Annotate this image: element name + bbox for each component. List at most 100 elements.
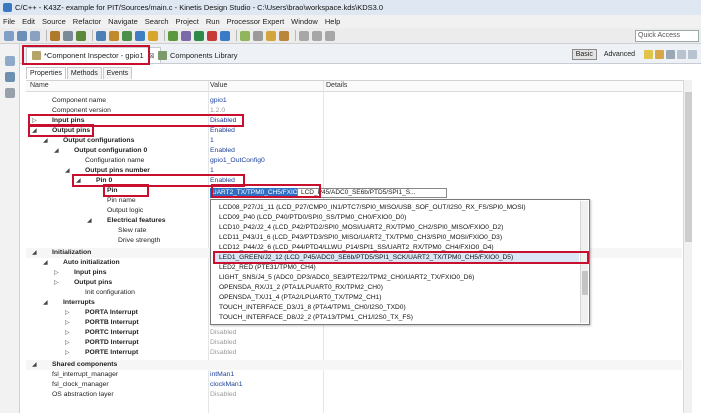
table-row[interactable]: Component name gpio1 (26, 96, 682, 106)
row-name: Slew rate (118, 227, 147, 234)
collapse-arrow-icon[interactable]: ◢ (87, 216, 92, 226)
prev-edit-icon[interactable] (299, 30, 309, 41)
basic-mode-button[interactable]: Basic (571, 48, 597, 60)
save-all-icon[interactable] (30, 30, 40, 41)
collapse-arrow-icon[interactable]: ◢ (43, 298, 48, 308)
collapse-arrow-icon[interactable]: ◢ (43, 258, 48, 268)
folder-view-icon[interactable] (655, 49, 664, 59)
maximize-icon[interactable] (688, 49, 697, 59)
expand-arrow-icon[interactable]: ▷ (54, 268, 59, 278)
collapse-arrow-icon[interactable]: ◢ (54, 146, 59, 156)
row-value[interactable]: Enabled (210, 126, 235, 136)
tab-events[interactable]: Events (102, 67, 133, 79)
properties-scrollbar[interactable] (683, 80, 692, 413)
row-value[interactable]: 1 (210, 136, 214, 146)
table-row[interactable]: OS abstraction layer Disabled (26, 390, 682, 400)
back-icon[interactable] (312, 30, 322, 41)
folder-icon[interactable] (109, 30, 119, 41)
dropdown-scroll-thumb[interactable] (582, 271, 588, 295)
menu-source[interactable]: Source (42, 17, 66, 26)
column-details-header[interactable]: Details (326, 82, 347, 89)
minimize-icon[interactable] (677, 49, 686, 59)
table-row[interactable]: ◢ Shared components (26, 360, 682, 370)
dropdown-option[interactable]: LIGHT_SNS/J4_5 (ADC0_DP3/ADC0_SE3/PTE22/… (219, 273, 474, 283)
dropdown-option[interactable]: TOUCH_INTERFACE_D8/J2_2 (PTA13/TPM1_CH1/… (219, 313, 413, 323)
expand-arrow-icon[interactable]: ▷ (65, 318, 70, 328)
debug-icon[interactable] (122, 30, 132, 41)
menu-project[interactable]: Project (176, 17, 199, 26)
forward-icon[interactable] (325, 30, 335, 41)
table-row[interactable]: ◢ Output configurations 1 (26, 136, 682, 146)
tab-components-library[interactable]: Components Library (153, 47, 243, 63)
column-value-header[interactable]: Value (210, 82, 227, 89)
table-row[interactable]: fsl_interrupt_manager intMan1 (26, 370, 682, 380)
dropdown-option[interactable]: LCD08_P27/J1_11 (LCD_P27/CMP0_IN1/PTC7/S… (219, 203, 526, 213)
view-menu-icon[interactable] (666, 49, 675, 59)
table-row[interactable]: fsl_clock_manager clockMan1 (26, 380, 682, 390)
search-icon[interactable] (240, 30, 250, 41)
column-name-header[interactable]: Name (30, 82, 49, 89)
row-value[interactable]: gpio1 (210, 96, 227, 106)
dropdown-option[interactable]: LCD09_P40 (LCD_P40/PTD0/SPI0_SS/TPM0_CH0… (219, 213, 406, 223)
collapse-arrow-icon[interactable]: ◢ (43, 136, 48, 146)
menu-navigate[interactable]: Navigate (108, 17, 138, 26)
external-tools-icon[interactable] (181, 30, 191, 41)
menu-processor-expert[interactable]: Processor Expert (227, 17, 285, 26)
expand-arrow-icon[interactable]: ▷ (65, 338, 70, 348)
save-icon[interactable] (17, 30, 27, 41)
expand-arrow-icon[interactable]: ▷ (54, 278, 59, 288)
table-row[interactable]: ◢ Output configuration 0 Enabled (26, 146, 682, 156)
settings-icon[interactable] (63, 30, 73, 41)
dropdown-option[interactable]: OPENSDA_TX/J1_4 (PTA2/LPUART0_TX/TPM2_CH… (219, 293, 381, 303)
row-value[interactable]: Enabled (210, 146, 235, 156)
edit-icon[interactable] (279, 30, 289, 41)
stop-icon[interactable] (207, 30, 217, 41)
task-list-icon[interactable] (5, 88, 15, 98)
outline-icon[interactable] (5, 72, 15, 82)
table-row[interactable]: ▷ PORTC Interrupt Disabled (26, 328, 682, 338)
bookmark-icon[interactable] (253, 30, 263, 41)
menu-window[interactable]: Window (291, 17, 318, 26)
table-row[interactable]: ◢ Output pins Enabled (26, 126, 682, 136)
pin-icon[interactable] (644, 49, 653, 59)
table-row[interactable]: ▷ PORTE Interrupt Disabled (26, 348, 682, 358)
run-green-icon[interactable] (194, 30, 204, 41)
row-value[interactable]: gpio1_OutConfig0 (210, 156, 265, 166)
menu-search[interactable]: Search (145, 17, 169, 26)
new-icon[interactable] (4, 30, 14, 41)
collapse-arrow-icon[interactable]: ◢ (32, 360, 37, 370)
collapse-arrow-icon[interactable]: ◢ (65, 166, 70, 176)
refresh-icon[interactable] (135, 30, 145, 41)
build-icon[interactable] (50, 30, 60, 41)
expand-arrow-icon[interactable]: ▷ (65, 328, 70, 338)
menu-help[interactable]: Help (325, 17, 340, 26)
dropdown-option[interactable]: OPENSDA_RX/J1_2 (PTA1/LPUART0_RX/TPM2_CH… (219, 283, 383, 293)
tab-methods[interactable]: Methods (66, 67, 102, 79)
restore-icon[interactable] (5, 56, 15, 66)
file-icon[interactable] (96, 30, 106, 41)
advanced-mode-button[interactable]: Advanced (600, 49, 639, 60)
tab-properties[interactable]: Properties (26, 67, 66, 79)
dropdown-option[interactable]: TOUCH_INTERFACE_D3/J1_8 (PTA4/TPM1_CH0/I… (219, 303, 406, 313)
row-value[interactable]: intMan1 (210, 370, 234, 380)
collapse-arrow-icon[interactable]: ◢ (32, 248, 37, 258)
menu-file[interactable]: File (3, 17, 15, 26)
dropdown-option[interactable]: LCD11_P43/J1_6 (LCD_P43/PTD3/SPI0_MISO/U… (219, 233, 502, 243)
clean-icon[interactable] (76, 30, 86, 41)
dropdown-option[interactable]: LCD10_P42/J2_4 (LCD_P42/PTD2/SPI0_MOSI/U… (219, 223, 503, 233)
gear-icon[interactable] (148, 30, 158, 41)
table-row[interactable]: ▷ PORTD Interrupt Disabled (26, 338, 682, 348)
expand-arrow-icon[interactable]: ▷ (65, 308, 70, 318)
step-icon[interactable] (220, 30, 230, 41)
quick-access-field[interactable]: Quick Access (635, 30, 699, 42)
run-icon[interactable] (168, 30, 178, 41)
table-row[interactable]: Configuration name gpio1_OutConfig0 (26, 156, 682, 166)
open-folder-icon[interactable] (266, 30, 276, 41)
properties-scroll-thumb[interactable] (685, 92, 692, 242)
dropdown-option[interactable]: LED2_RED (PTE31/TPM0_CH4) (219, 263, 316, 273)
row-value[interactable]: clockMan1 (210, 380, 243, 390)
menu-edit[interactable]: Edit (22, 17, 35, 26)
menu-refactor[interactable]: Refactor (73, 17, 101, 26)
expand-arrow-icon[interactable]: ▷ (65, 348, 70, 358)
menu-run[interactable]: Run (206, 17, 220, 26)
